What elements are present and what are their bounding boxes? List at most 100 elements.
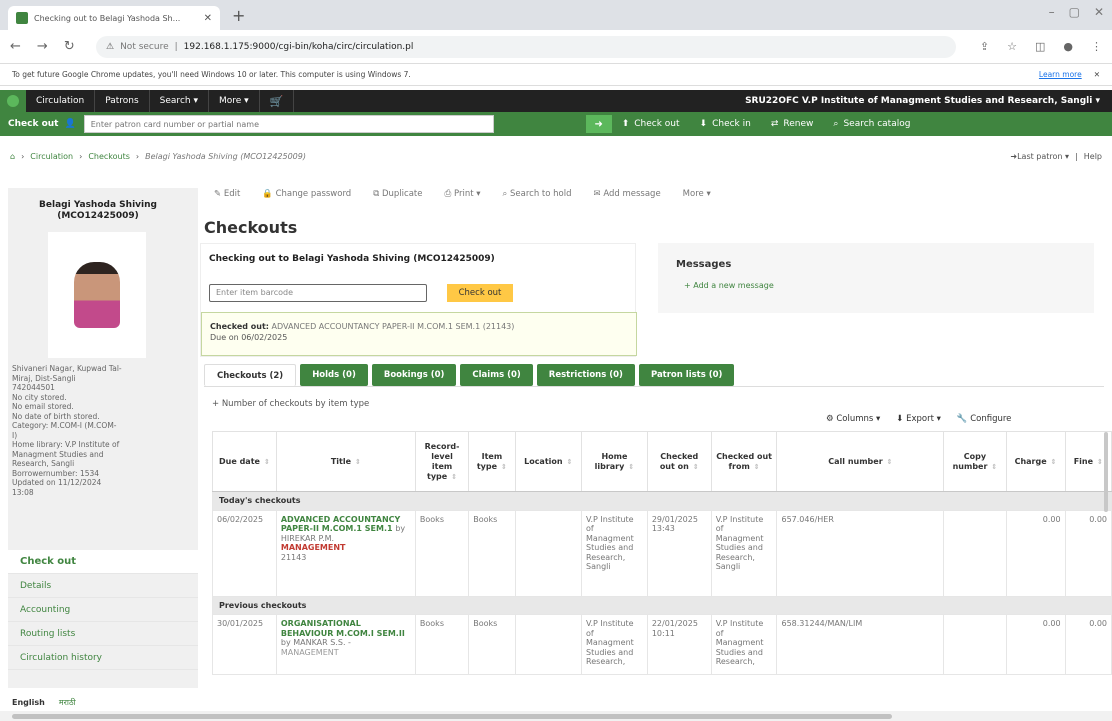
col-checked-out-from[interactable]: Checked out from ⇕ — [710, 431, 778, 492]
submit-arrow-button[interactable]: ➜ — [585, 115, 612, 133]
tab-restrictions[interactable]: Restrictions (0) — [536, 364, 635, 386]
patron-search-input[interactable] — [83, 115, 494, 133]
alert-due: Due on 06/02/2025 — [210, 333, 288, 342]
check-out-button[interactable]: Check out — [447, 284, 513, 302]
menu-icon[interactable]: ⋮ — [1091, 40, 1102, 53]
add-message-button[interactable]: ✉ Add message — [593, 189, 660, 199]
new-tab-button[interactable]: + — [232, 6, 245, 25]
horizontal-scrollbar[interactable] — [0, 711, 1112, 721]
messages-heading: Messages — [676, 259, 732, 270]
close-tab-icon[interactable]: ✕ — [204, 13, 212, 24]
koha-top-nav: Circulation Patrons Search ▾ More ▾ 🛒 SR… — [0, 90, 1112, 112]
browser-toolbar-icons: ⇪ ☆ ◫ ● ⋮ — [980, 40, 1102, 53]
nav-patrons[interactable]: Patrons — [95, 90, 150, 112]
browser-tab-bar: Checking out to Belagi Yashoda Sh... ✕ +… — [0, 0, 1112, 30]
breadcrumb-circulation[interactable]: Circulation — [30, 152, 73, 161]
breadcrumb-checkouts[interactable]: Checkouts — [88, 152, 130, 161]
add-message-link[interactable]: + Add a new message — [684, 281, 774, 290]
checkouts-by-type-toggle[interactable]: + Number of checkouts by item type — [212, 399, 369, 409]
sidenav-check-out[interactable]: Check out — [8, 550, 198, 574]
learn-more-link[interactable]: Learn more — [1039, 70, 1082, 79]
back-icon[interactable]: ← — [10, 39, 21, 54]
page-title: Checkouts — [204, 218, 298, 237]
col-home-library[interactable]: Home library ⇕ — [581, 431, 648, 492]
lang-marathi[interactable]: मराठी — [59, 697, 76, 708]
home-icon[interactable]: ⌂ — [10, 152, 15, 161]
help-link[interactable]: Help — [1084, 152, 1102, 161]
title-link[interactable]: ORGANISATIONAL BEHAVIOUR M.COM.I SEM.II … — [275, 614, 416, 675]
col-title[interactable]: Title ⇕ — [275, 431, 416, 492]
table-controls: ⚙ Columns ▾ ⬇ Export ▾ 🔧 Configure — [826, 414, 1011, 424]
share-icon[interactable]: ⇪ — [980, 40, 989, 53]
nav-circulation[interactable]: Circulation — [26, 90, 96, 112]
close-window-icon[interactable]: ✕ — [1094, 5, 1104, 19]
tab-checkouts[interactable]: Checkouts (2) — [204, 364, 297, 386]
col-charge[interactable]: Charge ⇕ — [1005, 431, 1066, 492]
lang-english: English — [12, 697, 45, 707]
col-call-number[interactable]: Call number ⇕ — [776, 431, 945, 492]
browser-tab[interactable]: Checking out to Belagi Yashoda Sh... ✕ — [8, 6, 220, 30]
url-text: 192.168.1.175:9000/cgi-bin/koha/circ/cir… — [183, 42, 414, 52]
sidenav-circulation-history[interactable]: Circulation history — [8, 646, 198, 670]
tab-title: Checking out to Belagi Yashoda Sh... — [34, 13, 181, 23]
koha-logo-icon[interactable] — [0, 90, 26, 112]
profile-icon[interactable]: ● — [1063, 40, 1073, 53]
nav-more[interactable]: More ▾ — [209, 90, 260, 112]
forward-icon[interactable]: → — [37, 39, 48, 54]
sidenav-details[interactable]: Details — [8, 574, 198, 598]
quick-check-out[interactable]: ⬆ Check out — [612, 119, 690, 129]
sidenav-accounting[interactable]: Accounting — [8, 598, 198, 622]
tab-holds[interactable]: Holds (0) — [300, 364, 368, 386]
quick-check-in[interactable]: ⬇ Check in — [690, 119, 761, 129]
col-item-type[interactable]: Item type ⇕ — [468, 431, 516, 492]
sidepanel-icon[interactable]: ◫ — [1035, 40, 1045, 53]
print-button[interactable]: ⎙ Print ▾ — [444, 189, 480, 199]
table-row: 30/01/2025 ORGANISATIONAL BEHAVIOUR M.CO… — [212, 614, 1112, 675]
patron-toolbar: ✎ Edit 🔒 Change password ⧉ Duplicate ⎙ P… — [214, 189, 711, 199]
nav-search[interactable]: Search ▾ — [150, 90, 209, 112]
library-selector[interactable]: SRU22OFC V.P Institute of Managment Stud… — [745, 96, 1112, 106]
change-password-button[interactable]: 🔒 Change password — [262, 189, 351, 199]
cart-icon[interactable]: 🛒 — [260, 90, 295, 112]
edit-button[interactable]: ✎ Edit — [214, 189, 240, 199]
search-to-hold-button[interactable]: ⌕ Search to hold — [503, 189, 572, 199]
quick-renew[interactable]: ⇄ Renew — [761, 119, 824, 129]
table-header-row: Due date ⇕ Title ⇕ Record-level item type ⇕… — [212, 431, 1112, 492]
col-copy-number[interactable]: Copy number ⇕ — [943, 431, 1007, 492]
minimize-icon[interactable]: – — [1049, 5, 1055, 19]
url-field[interactable]: ⚠ Not secure | 192.168.1.175:9000/cgi-bi… — [96, 36, 956, 58]
star-icon[interactable]: ☆ — [1007, 40, 1017, 53]
checkout-search-bar: Check out👤 ➜ ⬆Check out ⬇Check in ⇄Renew… — [0, 112, 1112, 136]
col-record-type[interactable]: Record-level item type ⇕ — [414, 431, 470, 492]
warning-icon: ⚠ — [106, 42, 115, 52]
sidenav-routing-lists[interactable]: Routing lists — [8, 622, 198, 646]
alert-item[interactable]: ADVANCED ACCOUNTANCY PAPER-II M.COM.1 SE… — [272, 322, 515, 331]
col-due-date[interactable]: Due date ⇕ — [212, 431, 277, 492]
tab-bookings[interactable]: Bookings (0) — [371, 364, 457, 386]
group-row-previous: Previous checkouts — [212, 595, 1112, 615]
configure-button[interactable]: 🔧 Configure — [957, 414, 1012, 424]
tab-claims[interactable]: Claims (0) — [460, 364, 533, 386]
col-checked-out-on[interactable]: Checked out on ⇕ — [646, 431, 712, 492]
library-name: V.P Institute of Managment Studies and R… — [801, 96, 1093, 106]
title-link[interactable]: ADVANCED ACCOUNTANCY PAPER-II M.COM.1 SE… — [275, 509, 416, 597]
tab-patron-lists[interactable]: Patron lists (0) — [638, 364, 735, 386]
col-location[interactable]: Location ⇕ — [514, 431, 583, 492]
duplicate-button[interactable]: ⧉ Duplicate — [373, 189, 422, 199]
close-infobar-icon[interactable]: ✕ — [1094, 70, 1100, 79]
more-button[interactable]: More ▾ — [683, 189, 711, 199]
vertical-scrollbar[interactable] — [1104, 432, 1108, 512]
checkout-mode-selector[interactable]: Check out 👤 — [0, 119, 84, 129]
columns-button[interactable]: ⚙ Columns ▾ — [826, 414, 880, 424]
item-barcode-input[interactable]: Enter item barcode — [209, 284, 427, 302]
checkout-alert: Checked out: ADVANCED ACCOUNTANCY PAPER-… — [201, 312, 637, 356]
reload-icon[interactable]: ↻ — [64, 39, 75, 54]
checkout-panel: Checking out to Belagi Yashoda Shiving (… — [200, 243, 637, 357]
export-button[interactable]: ⬇ Export ▾ — [896, 414, 941, 424]
koha-favicon-icon — [16, 12, 28, 24]
last-patron-button[interactable]: ➜Last patron ▾ — [1010, 152, 1069, 161]
quick-search-catalog[interactable]: ⌕ Search catalog — [823, 119, 920, 129]
maximize-icon[interactable]: ▢ — [1069, 5, 1080, 19]
patron-sidenav: Check out Details Accounting Routing lis… — [8, 550, 198, 670]
checkouts-table: Due date ⇕ Title ⇕ Record-level item type ⇕… — [212, 431, 1112, 675]
